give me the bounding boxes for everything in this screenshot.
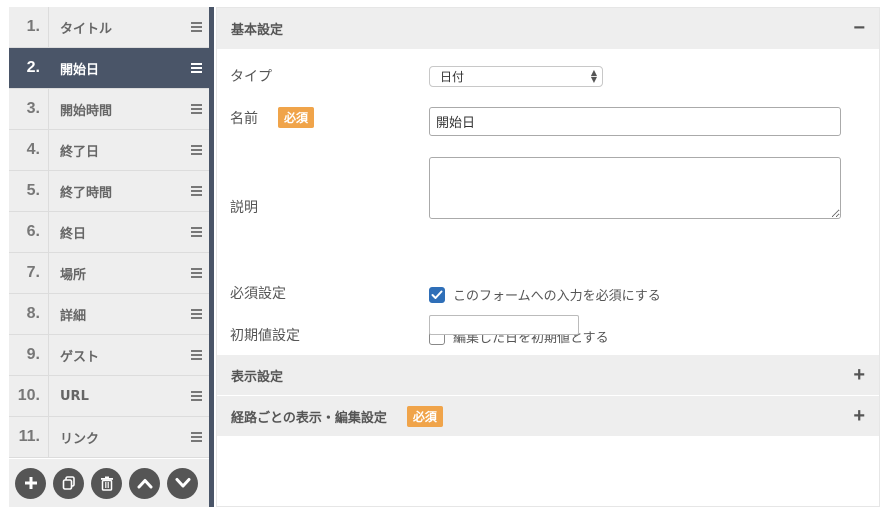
field-label: URL <box>60 388 89 404</box>
move-up-button[interactable] <box>129 467 160 499</box>
field-label: 詳細 <box>60 308 87 324</box>
type-select-value: 日付 <box>440 70 465 84</box>
field-label: 終了時間 <box>60 185 113 201</box>
field-number: 10. <box>9 376 49 416</box>
initial-value-label-text: 初期値設定 <box>230 328 300 344</box>
drag-handle-icon[interactable] <box>185 22 207 32</box>
field-item-link[interactable]: 11. リンク <box>9 417 209 458</box>
field-number: 5. <box>9 171 49 211</box>
drag-handle-icon[interactable] <box>185 268 207 278</box>
chevron-down-icon <box>175 478 190 488</box>
trash-icon <box>100 476 113 491</box>
type-label-text: タイプ <box>230 69 272 85</box>
drag-handle-icon[interactable] <box>185 63 207 73</box>
field-number: 11. <box>9 417 49 457</box>
drag-handle-icon[interactable] <box>185 309 207 319</box>
field-number: 6. <box>9 212 49 252</box>
field-item-all-day[interactable]: 6. 終日 <box>9 212 209 253</box>
expand-icon[interactable]: + <box>853 405 865 428</box>
drag-handle-icon[interactable] <box>185 186 207 196</box>
field-number: 7. <box>9 253 49 293</box>
field-item-url[interactable]: 10. URL <box>9 376 209 417</box>
display-settings-header[interactable]: 表示設定 + <box>217 354 879 395</box>
move-down-button[interactable] <box>167 467 198 499</box>
field-item-location[interactable]: 7. 場所 <box>9 253 209 294</box>
field-item-guest[interactable]: 9. ゲスト <box>9 335 209 376</box>
basic-settings-header[interactable]: 基本設定 − <box>217 8 879 49</box>
list-action-bar <box>9 459 209 507</box>
add-field-button[interactable] <box>15 467 46 499</box>
initial-value-input[interactable] <box>429 315 579 335</box>
drag-handle-icon[interactable] <box>185 391 207 401</box>
collapse-icon[interactable]: − <box>853 17 865 40</box>
chevron-up-icon <box>137 479 152 489</box>
required-setting-label: 必須設定 <box>230 283 286 303</box>
section-title: 基本設定 <box>231 23 284 38</box>
field-label: 場所 <box>60 267 87 283</box>
field-item-details[interactable]: 8. 詳細 <box>9 294 209 335</box>
field-item-start-time[interactable]: 3. 開始時間 <box>9 89 209 130</box>
drag-handle-icon[interactable] <box>185 432 207 442</box>
field-number: 8. <box>9 294 49 334</box>
type-select[interactable]: 日付 ▲ ▼ <box>429 66 603 87</box>
field-label: タイトル <box>60 21 113 37</box>
drag-handle-icon[interactable] <box>185 104 207 114</box>
required-setting-label-text: 必須設定 <box>230 286 286 302</box>
section-title: 表示設定 <box>231 369 284 385</box>
required-checkbox-row[interactable]: このフォームへの入力を必須にする <box>429 285 661 304</box>
name-label-text: 名前 <box>230 110 258 127</box>
basic-settings-body: タイプ 日付 ▲▼ 名前 必須 説明 必須設定 このフォームへの入力を必須にする… <box>217 49 879 354</box>
add-icon <box>24 477 37 489</box>
copy-icon <box>62 476 75 490</box>
field-label: ゲスト <box>60 349 100 365</box>
section-title: 経路ごとの表示・編集設定 <box>231 410 387 426</box>
copy-field-button[interactable] <box>53 467 84 499</box>
description-textarea[interactable] <box>429 157 841 219</box>
drag-handle-icon[interactable] <box>185 227 207 237</box>
field-number: 4. <box>9 130 49 170</box>
name-input[interactable] <box>429 107 841 136</box>
drag-handle-icon[interactable] <box>185 145 207 155</box>
field-label: 終日 <box>60 226 87 242</box>
drag-handle-icon[interactable] <box>185 350 207 360</box>
field-item-start-date[interactable]: 2. 開始日 <box>9 48 209 89</box>
field-label: 開始時間 <box>60 103 113 119</box>
route-section-title-wrap: 経路ごとの表示・編集設定 必須 <box>231 405 853 427</box>
field-number: 2. <box>9 48 49 88</box>
required-badge: 必須 <box>406 405 443 427</box>
field-label: リンク <box>60 431 100 447</box>
field-label: 終了日 <box>60 144 100 160</box>
initial-value-label: 初期値設定 <box>230 325 300 345</box>
expand-icon[interactable]: + <box>853 364 865 387</box>
field-list: 1. タイトル 2. 開始日 3. 開始時間 4. 終了日 5. 終了時間 6.… <box>9 7 209 458</box>
field-item-title[interactable]: 1. タイトル <box>9 7 209 48</box>
description-label: 説明 <box>230 197 258 217</box>
field-item-end-time[interactable]: 5. 終了時間 <box>9 171 209 212</box>
description-label-text: 説明 <box>230 200 258 216</box>
delete-field-button[interactable] <box>91 467 122 499</box>
select-arrows-icon: ▲ ▼ <box>590 68 597 84</box>
required-checkbox-label: このフォームへの入力を必須にする <box>453 289 661 304</box>
route-settings-header[interactable]: 経路ごとの表示・編集設定 必須 + <box>217 395 879 436</box>
name-label: 名前 必須 <box>230 107 315 128</box>
type-label: タイプ <box>230 66 272 86</box>
required-checkbox[interactable] <box>429 286 445 303</box>
check-icon <box>431 290 443 299</box>
field-number: 9. <box>9 335 49 375</box>
panel-divider <box>209 7 214 507</box>
settings-panel: 基本設定 − タイプ 日付 ▲▼ 名前 必須 説明 必須設定 このフォームへの入… <box>216 7 880 507</box>
field-number: 3. <box>9 89 49 129</box>
field-number: 1. <box>9 7 49 47</box>
field-label: 開始日 <box>60 62 100 78</box>
required-badge: 必須 <box>278 107 315 128</box>
field-item-end-date[interactable]: 4. 終了日 <box>9 130 209 171</box>
